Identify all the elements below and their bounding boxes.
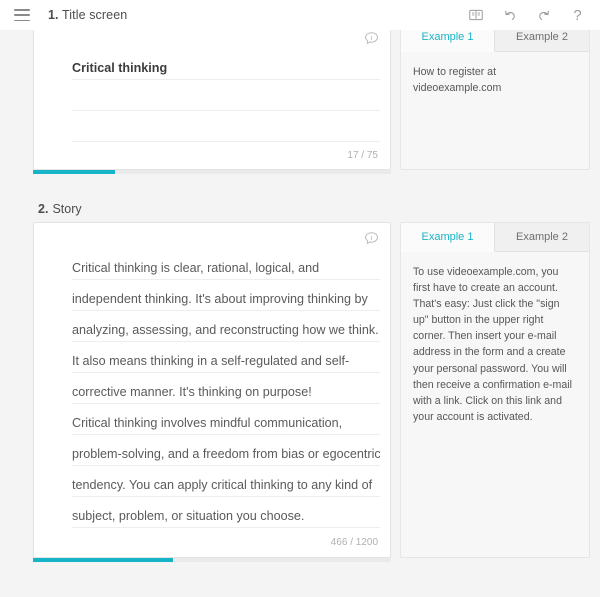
page-canvas: Critical thinking 17 / 75 Example 1 Exam…	[0, 0, 600, 597]
progress-fill-1	[33, 170, 116, 174]
editor-card-2[interactable]: Critical thinking is clear, rational, lo…	[33, 222, 391, 558]
help-icon-label: ?	[573, 6, 582, 24]
editor-line[interactable]	[72, 80, 380, 111]
editor-line[interactable]: analyzing, assessing, and reconstructing…	[72, 311, 380, 342]
page-title-number: 1.	[48, 8, 59, 22]
page-title: 1. Title screen	[48, 8, 127, 22]
section-1-body: Critical thinking 17 / 75 Example 1 Exam…	[0, 22, 600, 170]
section-2-number: 2.	[38, 202, 49, 216]
progress-bar-1	[33, 170, 391, 174]
editor-line[interactable]: Critical thinking involves mindful commu…	[72, 404, 380, 435]
tab-example-1[interactable]: Example 1	[401, 223, 495, 252]
section-2-heading: 2. Story	[0, 196, 600, 222]
example-tabs-2: Example 1 Example 2	[401, 223, 589, 252]
editor-line[interactable]: tendency. You can apply critical thinkin…	[72, 466, 380, 497]
editor-line[interactable]: subject, problem, or situation you choos…	[72, 497, 380, 528]
hamburger-menu-icon[interactable]	[14, 9, 30, 21]
char-counter-1: 17 / 75	[347, 150, 378, 161]
top-toolbar: 1. Title screen ?	[0, 0, 600, 30]
example-body-1: How to register at videoexample.com	[413, 66, 502, 95]
help-icon[interactable]: ?	[569, 7, 586, 24]
comment-bubble-icon[interactable]	[363, 30, 380, 47]
tab-example-2[interactable]: Example 2	[495, 223, 589, 252]
editor-line[interactable]: corrective manner. It's thinking on purp…	[72, 373, 380, 404]
editor-lines-1[interactable]: Critical thinking	[34, 23, 390, 142]
editor-card-1[interactable]: Critical thinking 17 / 75	[33, 22, 391, 170]
editor-line[interactable]: Critical thinking is clear, rational, lo…	[72, 249, 380, 280]
examples-panel-2: Example 1 Example 2 To use videoexample.…	[400, 222, 590, 558]
editor-line[interactable]: independent thinking. It's about improvi…	[72, 280, 380, 311]
toolbar-actions: ?	[467, 7, 586, 24]
section-2-body: Critical thinking is clear, rational, lo…	[0, 222, 600, 558]
redo-icon[interactable]	[535, 7, 552, 24]
section-title-screen: Critical thinking 17 / 75 Example 1 Exam…	[0, 22, 600, 174]
comment-bubble-icon[interactable]	[363, 230, 380, 247]
manual-icon[interactable]	[467, 7, 484, 24]
progress-fill-2	[33, 558, 173, 562]
char-counter-2: 466 / 1200	[330, 537, 378, 548]
editor-line[interactable]	[72, 111, 380, 142]
editor-line[interactable]: problem-solving, and a freedom from bias…	[72, 435, 380, 466]
example-body-2: To use videoexample.com, you first have …	[413, 266, 572, 423]
examples-panel-1: Example 1 Example 2 How to register at v…	[400, 22, 590, 170]
editor-line[interactable]: Critical thinking	[72, 49, 380, 80]
section-story: 2. Story Critical thinking is clear, rat…	[0, 196, 600, 562]
editor-lines-2[interactable]: Critical thinking is clear, rational, lo…	[34, 223, 390, 528]
progress-bar-2	[33, 558, 391, 562]
undo-icon[interactable]	[501, 7, 518, 24]
editor-line[interactable]: It also means thinking in a self-regulat…	[72, 342, 380, 373]
section-2-title: Story	[52, 202, 82, 216]
page-title-text: Title screen	[61, 8, 128, 22]
